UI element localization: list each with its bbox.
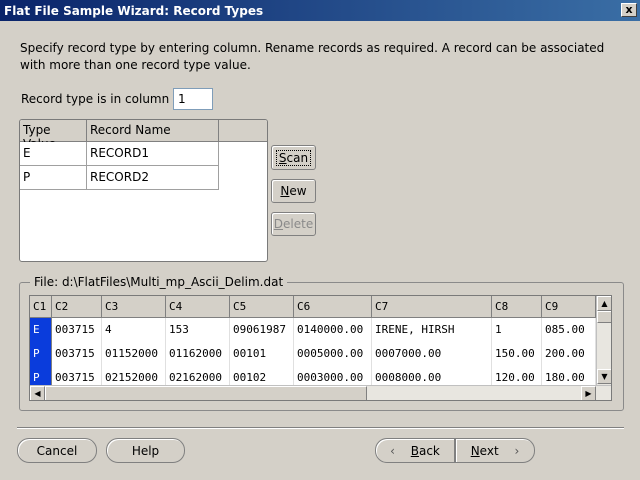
file-cell[interactable]: 153 — [166, 318, 230, 342]
record-name-cell[interactable]: RECORD2 — [87, 166, 219, 190]
header-type-value[interactable]: Type Value — [20, 120, 87, 151]
header-record-name[interactable]: Record Name — [87, 120, 219, 142]
record-type-column-input[interactable] — [173, 88, 213, 110]
new-button-label: New — [280, 184, 307, 198]
record-types-header: Type Value Record Name — [20, 120, 267, 151]
header-filler — [219, 120, 267, 142]
file-header-c5[interactable]: C5 — [230, 296, 294, 318]
file-path-label: File: d:\FlatFiles\Multi_mp_Ascii_Delim.… — [30, 275, 288, 289]
file-cell[interactable]: 4 — [102, 318, 166, 342]
arrow-up-icon[interactable]: ▲ — [597, 296, 611, 311]
scan-button[interactable]: Scan — [271, 145, 316, 170]
file-cell[interactable]: 0007000.00 — [372, 342, 492, 366]
file-cell-selected[interactable]: P — [30, 342, 52, 366]
scan-button-label: Scan — [275, 149, 312, 166]
file-cell[interactable]: 09061987 — [230, 318, 294, 342]
file-cell[interactable]: 0140000.00 — [294, 318, 372, 342]
file-header-c3[interactable]: C3 — [102, 296, 166, 318]
file-cell[interactable]: 200.00 — [542, 342, 596, 366]
table-row[interactable]: E RECORD1 — [20, 142, 219, 166]
file-cell[interactable]: 01162000 — [166, 342, 230, 366]
arrow-down-icon[interactable]: ▼ — [597, 369, 611, 384]
horizontal-scrollbar[interactable]: ◀ ▶ — [30, 385, 611, 400]
file-header-c1[interactable]: C1 — [30, 296, 52, 318]
file-header-c9[interactable]: C9 — [542, 296, 596, 318]
file-header-c8[interactable]: C8 — [492, 296, 542, 318]
close-icon[interactable]: x — [621, 3, 637, 17]
file-cell[interactable]: 1 — [492, 318, 542, 342]
window-title: Flat File Sample Wizard: Record Types — [4, 4, 264, 18]
help-button[interactable]: Help — [106, 438, 185, 463]
record-types-table: Type Value Record Name E RECORD1 P RECOR… — [19, 119, 268, 262]
file-cell[interactable]: 003715 — [52, 318, 102, 342]
chevron-right-icon: › — [514, 443, 520, 458]
record-type-label: Record type is in column C — [21, 92, 182, 106]
file-cell[interactable]: 0005000.00 — [294, 342, 372, 366]
next-button[interactable]: Next › — [455, 438, 535, 463]
file-cell[interactable]: 003715 — [52, 342, 102, 366]
file-header-c2[interactable]: C2 — [52, 296, 102, 318]
file-cell[interactable]: 00101 — [230, 342, 294, 366]
cancel-button[interactable]: Cancel — [17, 438, 97, 463]
horizontal-scroll-thumb[interactable] — [45, 386, 367, 400]
file-cell[interactable]: 150.00 — [492, 342, 542, 366]
arrow-left-icon[interactable]: ◀ — [30, 386, 45, 400]
table-row[interactable]: P RECORD2 — [20, 166, 219, 190]
file-cell[interactable]: 01152000 — [102, 342, 166, 366]
next-button-label: Next — [470, 443, 499, 458]
file-cell[interactable]: IRENE, HIRSH — [372, 318, 492, 342]
new-button[interactable]: New — [271, 179, 316, 203]
title-bar: Flat File Sample Wizard: Record Types x — [0, 0, 640, 22]
vertical-scroll-thumb[interactable] — [597, 311, 611, 323]
back-button[interactable]: ‹ Back — [375, 438, 455, 463]
vertical-scrollbar[interactable]: ▲ ▼ — [596, 296, 611, 385]
footer-separator — [17, 427, 624, 429]
type-value-cell[interactable]: P — [20, 166, 87, 190]
file-preview-table: C1 C2 C3 C4 C5 C6 C7 C8 C9 E 003715 4 15… — [29, 295, 612, 401]
record-name-cell[interactable]: RECORD1 — [87, 142, 219, 166]
arrow-right-icon[interactable]: ▶ — [581, 386, 596, 400]
type-value-cell[interactable]: E — [20, 142, 87, 166]
delete-button-label: Delete — [273, 217, 314, 231]
file-header-c4[interactable]: C4 — [166, 296, 230, 318]
file-cell-selected[interactable]: E — [30, 318, 52, 342]
instructions-text: Specify record type by entering column. … — [20, 41, 605, 72]
file-cell[interactable]: 085.00 — [542, 318, 596, 342]
chevron-left-icon: ‹ — [390, 443, 395, 458]
back-button-label: Back — [410, 443, 440, 458]
file-header-c6[interactable]: C6 — [294, 296, 372, 318]
delete-button[interactable]: Delete — [271, 212, 316, 236]
file-header-c7[interactable]: C7 — [372, 296, 492, 318]
